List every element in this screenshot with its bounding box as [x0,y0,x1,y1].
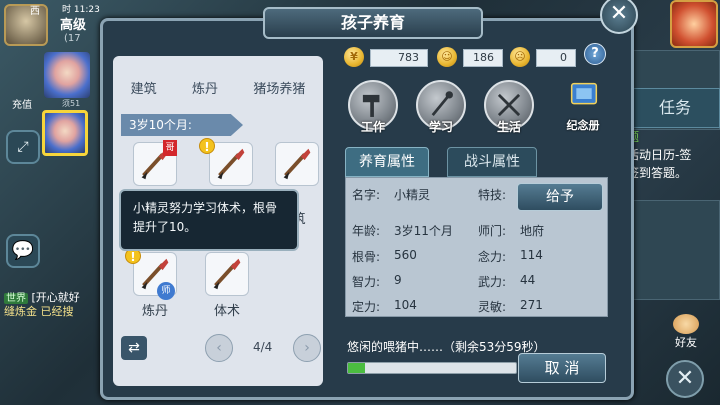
chat-area[interactable]: 世界 [开心就好 缝炼金 已经搜 [0,285,110,325]
progress-fill [348,363,365,373]
attr-force-value: 44 [520,273,536,287]
category-pig-farm[interactable]: 猪场养猪 [253,78,305,97]
cancel-button[interactable]: 取 消 [518,353,606,383]
album-button[interactable]: 纪念册 [558,79,610,132]
handshake-icon [673,314,699,334]
skill-slot[interactable] [209,142,253,186]
attr-name-value: 小精灵 [394,188,431,202]
friend-button[interactable]: 好友 [664,314,708,349]
prev-page-button[interactable]: ‹ [205,334,233,362]
attr-school-label: 师门: [478,224,507,238]
attr-focus-value: 104 [394,298,417,312]
recharge-label[interactable]: 充值 [12,96,32,111]
next-page-button[interactable]: › [293,334,321,362]
smile-coin-icon: ☺ [437,47,457,67]
warning-icon: ! [199,138,215,154]
attr-agility-value: 271 [520,298,543,312]
attr-bone-label: 根骨: [352,250,381,264]
life-label: 生活 [496,120,521,134]
skill-slot[interactable] [275,142,319,186]
currency-value-1: 783 [370,49,428,67]
skill-slot[interactable] [205,252,249,296]
expand-icon[interactable]: ⤢ [6,130,40,164]
give-button[interactable]: 给予 [517,183,603,211]
child-avatar-1[interactable] [44,52,90,98]
quest-tracker[interactable]: 题 活动日历-签 签到答题。 [627,128,691,182]
slot-label: 炼丹 [141,304,168,319]
attr-age-value: 3岁11个月 [394,224,453,238]
activity-progress-bar [347,362,517,374]
swap-icon[interactable]: ⇄ [121,336,147,360]
slot-label: 体术 [213,304,240,319]
chat-bubble-icon[interactable]: 💬 [6,234,40,268]
currency-value-3: 0 [536,49,576,67]
page-indicator: 4/4 [253,340,273,354]
tab-raise-attributes[interactable]: 养育属性 [345,147,429,177]
age-banner: 3岁10个月: [121,114,243,136]
panel-title: 孩子养育 [263,7,483,39]
attr-skill-label: 特技: [478,188,507,202]
attr-mind-value: 114 [520,248,543,262]
pagination: ⇄ ‹ 4/4 › [113,334,321,364]
work-label: 工作 [360,120,385,134]
player-level: (17 [64,33,81,44]
brush-icon [283,148,311,180]
album-icon [570,82,598,105]
small-label: 须51 [62,99,81,108]
attr-focus-label: 定力: [352,300,381,314]
result-tooltip: 小精灵努力学习体术，根骨提升了10。 [119,189,299,251]
attr-school-value: 地府 [520,224,545,238]
brush-icon [217,148,245,180]
attr-mind-label: 念力: [478,250,507,264]
player-avatar[interactable] [4,4,48,46]
player-name: 高级 [60,18,87,33]
attr-bone-value: 560 [394,248,417,262]
attr-age-label: 年龄: [352,224,381,238]
category-row: 建筑 炼丹 猪场养猪 [113,78,323,97]
tag-badge: 哥 [163,140,177,156]
chat-line: 缝炼金 已经搜 [4,305,74,318]
attr-name-label: 名字: [352,188,381,202]
coin-icon: ¥ [344,47,364,67]
brush-icon [213,258,241,290]
category-alchemy[interactable]: 炼丹 [192,78,218,97]
player-hud: 西 时 11:23 高级 (17 [0,0,100,50]
mood-icon: ☹ [510,47,530,67]
currency-value-2: 186 [463,49,503,67]
attr-agility-label: 灵敏: [478,300,507,314]
help-icon[interactable]: ? [584,43,606,65]
study-label: 学习 [428,120,453,134]
child-avatar-selected[interactable] [42,110,88,156]
right-avatar[interactable] [670,0,718,48]
task-button[interactable]: 任务 [630,88,720,128]
album-label: 纪念册 [566,119,600,132]
attr-int-value: 9 [394,273,402,287]
tab-battle-attributes[interactable]: 战斗属性 [447,147,537,177]
hud-direction: 西 [30,6,40,17]
activity-status: 悠闲的喂猪中……（剩余53分59秒） [347,340,546,354]
attr-force-label: 武力: [478,275,507,289]
close-icon[interactable]: ✕ [666,360,704,398]
category-building[interactable]: 建筑 [131,78,157,97]
tag-badge: 师 [157,282,175,300]
attr-int-label: 智力: [352,275,381,289]
